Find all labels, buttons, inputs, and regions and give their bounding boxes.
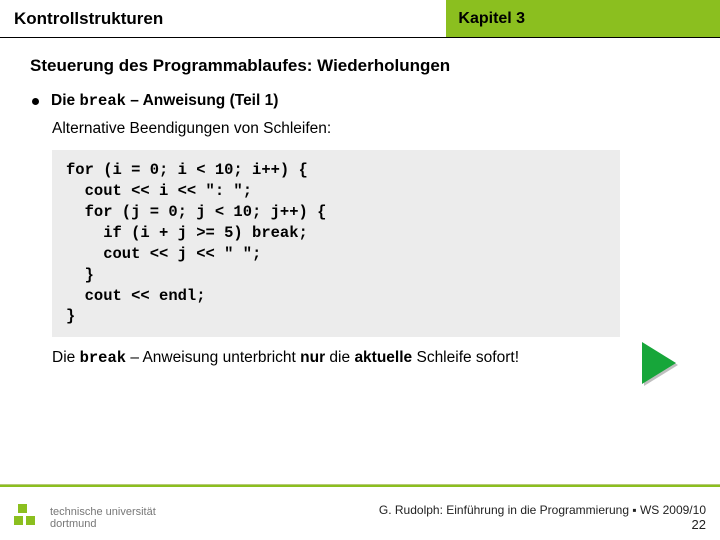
logo: technische universität dortmund (14, 504, 156, 532)
bullet-post: – Anweisung (Teil 1) (126, 92, 278, 109)
logo-line2: dortmund (50, 518, 156, 530)
bullet-dot-icon (32, 98, 39, 105)
content-area: Steuerung des Programmablaufes: Wiederho… (0, 38, 720, 367)
logo-mark-icon (14, 504, 42, 532)
bullet-item: Die break – Anweisung (Teil 1) (32, 92, 690, 110)
caption-text: Die break – Anweisung unterbricht nur di… (52, 349, 690, 367)
caption-code: break (80, 349, 127, 367)
caption-t3: die (325, 349, 354, 366)
footer: technische universität dortmund G. Rudol… (0, 484, 720, 540)
caption-t1: Die (52, 349, 80, 366)
code-block: for (i = 0; i < 10; i++) { cout << i << … (52, 150, 620, 337)
footer-accent-bar (0, 485, 720, 487)
footer-author: G. Rudolph: Einführung in die Programmie… (379, 503, 706, 517)
caption-t2: – Anweisung unterbricht (126, 349, 300, 366)
play-icon[interactable] (642, 342, 676, 384)
caption-t4: Schleife sofort! (412, 349, 519, 366)
bullet-pre: Die (51, 92, 79, 109)
logo-text: technische universität dortmund (50, 506, 156, 530)
subtitle: Steuerung des Programmablaufes: Wiederho… (30, 56, 690, 76)
header-title-left: Kontrollstrukturen (0, 0, 446, 37)
footer-page: 22 (379, 517, 706, 532)
caption-b1: nur (300, 349, 325, 366)
header-title-right: Kapitel 3 (446, 0, 720, 37)
caption-b2: aktuelle (354, 349, 412, 366)
bullet-text: Die break – Anweisung (Teil 1) (51, 92, 278, 110)
footer-right: G. Rudolph: Einführung in die Programmie… (379, 503, 706, 532)
logo-line1: technische universität (50, 506, 156, 518)
header-bar: Kontrollstrukturen Kapitel 3 (0, 0, 720, 38)
bullet-code: break (79, 92, 126, 110)
alternative-text: Alternative Beendigungen von Schleifen: (52, 120, 690, 138)
